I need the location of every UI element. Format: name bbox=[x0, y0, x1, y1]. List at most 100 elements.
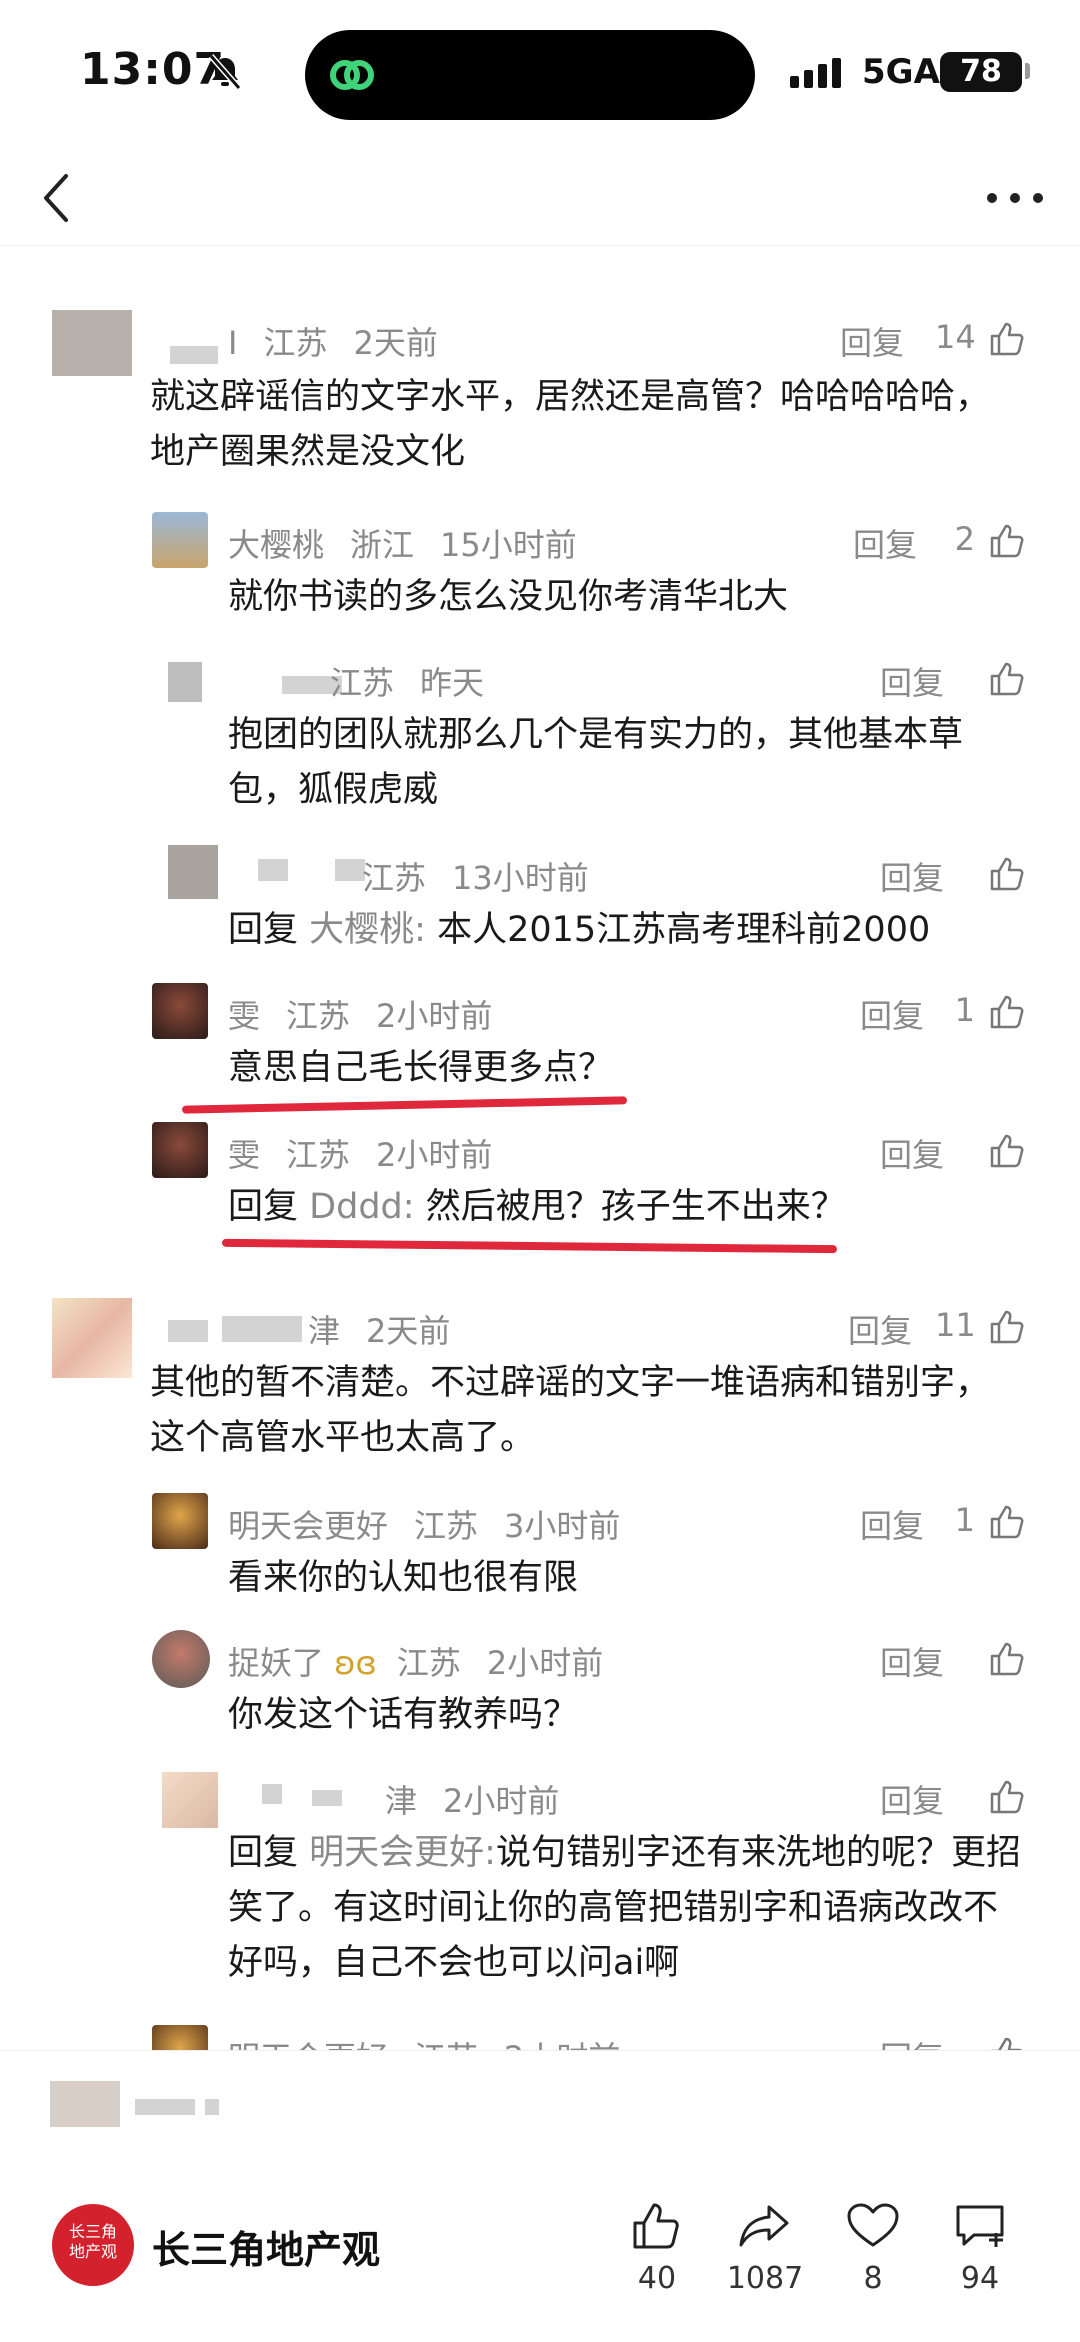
favorite-action[interactable]: 8 bbox=[813, 2201, 933, 2296]
battery-tip bbox=[1025, 63, 1030, 79]
comment-meta: 明天会更好 江苏 3小时前 bbox=[228, 1507, 621, 1545]
thumbs-up-icon[interactable] bbox=[988, 855, 1026, 893]
comment-icon bbox=[956, 2205, 1004, 2247]
bottom-bar: 长三角 地产观 长三角地产观 40 1087 8 94 bbox=[0, 2050, 1080, 2342]
comment-meta: 津 2天前 bbox=[308, 1312, 451, 1350]
avatar[interactable] bbox=[52, 310, 132, 376]
battery-icon: 78 bbox=[940, 52, 1022, 92]
brand-logo[interactable]: 长三角 地产观 bbox=[52, 2204, 134, 2286]
avatar[interactable] bbox=[152, 1122, 208, 1178]
dynamic-island bbox=[305, 30, 755, 120]
avatar[interactable] bbox=[152, 512, 208, 568]
avatar[interactable] bbox=[152, 1630, 210, 1688]
avatar[interactable] bbox=[52, 1298, 132, 1378]
nav-bar bbox=[0, 150, 1080, 246]
comment-meta: 大樱桃 浙江 15小时前 bbox=[228, 526, 577, 564]
comment-meta: 津 2小时前 bbox=[385, 1782, 560, 1820]
share-icon bbox=[739, 2205, 789, 2247]
comment-text: 抱团的团队就那么几个是有实力的，其他基本草包，狐假虎威 bbox=[228, 715, 964, 810]
avatar[interactable] bbox=[152, 2025, 208, 2050]
redacted-name bbox=[258, 859, 288, 881]
comment-meta: 捉妖了 ʚɞ 江苏 2小时前 bbox=[228, 1644, 604, 1682]
thumbs-up-icon[interactable] bbox=[988, 1640, 1026, 1678]
favorite-count: 8 bbox=[863, 2261, 883, 2296]
comment-text: 你发这个话有教养吗？ bbox=[228, 1695, 579, 1735]
comment-action[interactable]: 94 bbox=[920, 2201, 1040, 2296]
like-count: 11 bbox=[935, 1306, 976, 1344]
reply-button[interactable]: 回复 bbox=[880, 1776, 944, 1822]
heart-icon bbox=[847, 2203, 899, 2247]
brand-name[interactable]: 长三角地产观 bbox=[152, 2219, 380, 2274]
comment-count: 94 bbox=[960, 2261, 1000, 2296]
share-count: 1087 bbox=[726, 2261, 804, 2296]
reply-target[interactable]: 明天会更好: bbox=[309, 1833, 496, 1873]
comment-meta: 雯江苏 2小时前 bbox=[228, 1136, 493, 1174]
comment-text: 其他的暂不清楚。不过辟谣的文字一堆语病和错别字，这个高管水平也太高了。 bbox=[150, 1363, 991, 1458]
more-options-icon[interactable] bbox=[980, 178, 1050, 218]
reply-button[interactable]: 回复 bbox=[840, 318, 904, 364]
reply-body: 本人2015江苏高考理科前2000 bbox=[437, 910, 931, 950]
comment-meta: 雯江苏 2小时前 bbox=[228, 997, 493, 1035]
like-count: 2 bbox=[954, 520, 975, 558]
reply-body: 然后被甩？孩子生不出来？ bbox=[425, 1187, 846, 1227]
like-count: 40 bbox=[637, 2261, 677, 2296]
avatar[interactable] bbox=[152, 983, 208, 1039]
comment-feed: I 江苏 2天前 回复 14 就这辟谣信的文字水平，居然还是高管？哈哈哈哈哈，地产圈… bbox=[0, 250, 1080, 2050]
red-underline-annotation bbox=[221, 1238, 838, 1254]
red-underline-annotation bbox=[181, 1096, 628, 1114]
reply-prefix: 回复 bbox=[228, 1187, 299, 1227]
thumbs-up-icon[interactable] bbox=[988, 1503, 1026, 1541]
reply-prefix: 回复 bbox=[228, 910, 299, 950]
back-arrow-icon[interactable] bbox=[38, 170, 78, 226]
bell-mute-icon bbox=[208, 54, 242, 90]
reply-target[interactable]: 大樱桃: bbox=[309, 910, 426, 950]
thumbs-up-icon[interactable] bbox=[988, 522, 1026, 560]
reply-target[interactable]: Dddd: bbox=[309, 1187, 414, 1227]
signal-icon bbox=[790, 58, 846, 88]
thumbs-up-icon[interactable] bbox=[988, 320, 1026, 358]
reply-button[interactable]: 回复 bbox=[860, 1501, 924, 1547]
current-user-avatar[interactable] bbox=[50, 2081, 120, 2127]
thumbs-up-icon[interactable] bbox=[988, 1132, 1026, 1170]
comment-text: 回复 大樱桃: 本人2015江苏高考理科前2000 bbox=[228, 903, 1028, 958]
user-badge-icon: ʚɞ bbox=[334, 1644, 377, 1682]
thumbs-up-icon[interactable] bbox=[988, 1308, 1026, 1346]
thumbs-up-icon[interactable] bbox=[988, 1778, 1026, 1816]
reply-button[interactable]: 回复 bbox=[880, 2033, 944, 2050]
redacted-name bbox=[168, 1320, 208, 1342]
reply-button[interactable]: 回复 bbox=[880, 853, 944, 899]
comment-meta: 明天会更好江苏2小时前 bbox=[228, 2033, 620, 2050]
comment-text: 回复 Dddd: 然后被甩？孩子生不出来？ bbox=[228, 1180, 1028, 1235]
like-count: 14 bbox=[935, 318, 976, 356]
redacted-name bbox=[335, 859, 365, 881]
avatar[interactable] bbox=[152, 1493, 208, 1549]
reply-button[interactable]: 回复 bbox=[860, 991, 924, 1037]
reply-button[interactable]: 回复 bbox=[880, 658, 944, 704]
status-bar: 13:07 5GA 78 bbox=[0, 0, 1080, 150]
like-count: 1 bbox=[954, 1501, 975, 1539]
share-action[interactable]: 1087 bbox=[705, 2201, 825, 2296]
comment-meta: I 江苏 2天前 bbox=[228, 324, 438, 362]
comment-text: 意思自己毛长得更多点？ bbox=[228, 1048, 614, 1088]
status-time: 13:07 bbox=[80, 44, 226, 95]
avatar[interactable] bbox=[168, 662, 202, 702]
redacted-name bbox=[312, 1790, 342, 1806]
reply-button[interactable]: 回复 bbox=[853, 520, 917, 566]
comment-text: 回复 明天会更好:说句错别字还有来洗地的呢？更招笑了。有这时间让你的高管把错别字… bbox=[228, 1826, 1028, 1991]
thumbs-up-icon[interactable] bbox=[988, 660, 1026, 698]
reply-button[interactable]: 回复 bbox=[880, 1638, 944, 1684]
avatar[interactable] bbox=[162, 1772, 218, 1828]
like-icon bbox=[633, 2203, 679, 2249]
redacted-name bbox=[222, 1316, 302, 1342]
thumbs-up-icon[interactable] bbox=[988, 2035, 1026, 2050]
thumbs-up-icon[interactable] bbox=[988, 993, 1026, 1031]
reply-prefix: 回复 bbox=[228, 1833, 299, 1873]
like-action[interactable]: 40 bbox=[597, 2201, 717, 2296]
link-app-icon bbox=[330, 60, 374, 90]
comment-meta: 江苏 13小时前 bbox=[362, 859, 589, 897]
reply-button[interactable]: 回复 bbox=[848, 1306, 912, 1352]
like-count: 1 bbox=[954, 991, 975, 1029]
avatar[interactable] bbox=[168, 845, 218, 899]
reply-button[interactable]: 回复 bbox=[880, 1130, 944, 1176]
comment-text: 就这辟谣信的文字水平，居然还是高管？哈哈哈哈哈，地产圈果然是没文化 bbox=[150, 377, 991, 472]
